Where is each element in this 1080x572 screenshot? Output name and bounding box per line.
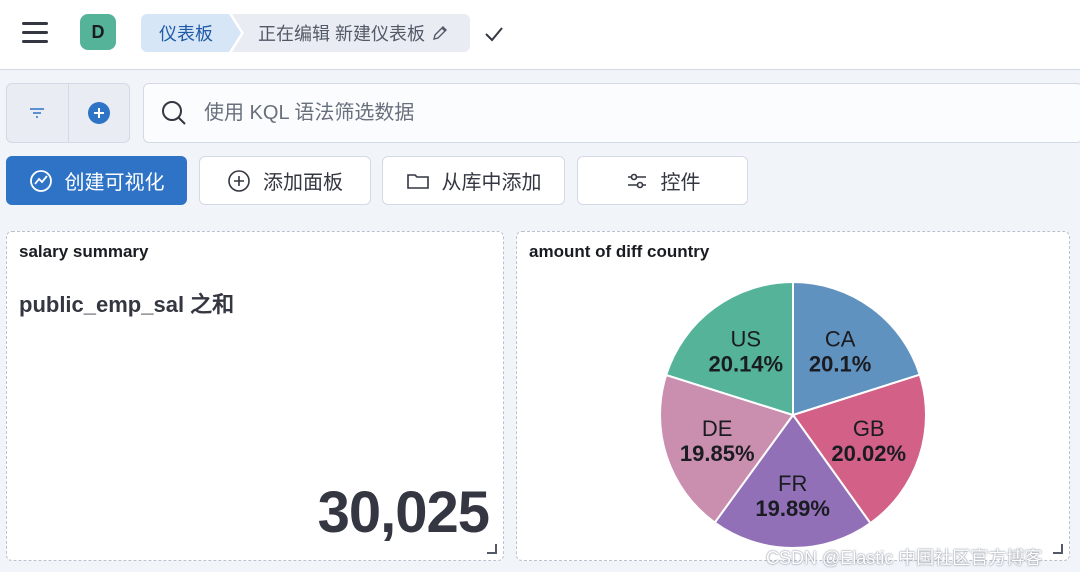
controls-button[interactable]: 控件 bbox=[577, 156, 748, 205]
controls-icon bbox=[627, 173, 646, 188]
pie-value-fr: 19.89% bbox=[755, 496, 830, 521]
create-visualization-button[interactable]: 创建可视化 bbox=[6, 156, 187, 205]
create-visualization-label: 创建可视化 bbox=[64, 172, 165, 194]
watermark: CSDN @Elastic 中国社区官方博客 bbox=[766, 548, 1043, 568]
resize-handle[interactable] bbox=[487, 544, 497, 554]
breadcrumb-current[interactable]: 正在编辑 新建仪表板 bbox=[232, 14, 470, 52]
search-icon bbox=[162, 101, 186, 125]
metric-value: 30,025 bbox=[317, 480, 490, 545]
menu-icon[interactable] bbox=[22, 22, 52, 46]
add-from-library-button[interactable]: 从库中添加 bbox=[382, 156, 565, 205]
add-panel-button[interactable]: 添加面板 bbox=[199, 156, 371, 205]
pie-chart: CA20.1% GB20.02% FR19.89% DE19.85% US20.14% bbox=[659, 280, 927, 549]
top-header: D 仪表板 正在编辑 新建仪表板 bbox=[0, 0, 1080, 70]
pie-value-us: 20.14% bbox=[708, 352, 783, 377]
pie-label-ca: CA bbox=[825, 327, 856, 352]
filter-button-group bbox=[6, 83, 130, 143]
country-pie-panel[interactable]: amount of diff country CA 20.1% GB 20.02% FR… bbox=[516, 231, 1070, 561]
kql-search-bar bbox=[143, 83, 1080, 143]
folder-icon bbox=[406, 173, 429, 189]
metric-label: public_emp_sal 之和 bbox=[19, 292, 235, 317]
search-input[interactable] bbox=[204, 101, 904, 125]
plus-circle-icon bbox=[87, 102, 110, 124]
filter-icon bbox=[30, 108, 45, 118]
salary-summary-panel[interactable]: salary summary public_emp_sal 之和 30,025 bbox=[6, 231, 504, 561]
pie-label-fr: FR bbox=[778, 471, 807, 496]
breadcrumb-current-label: 正在编辑 新建仪表板 bbox=[258, 24, 426, 44]
add-filter-button[interactable] bbox=[67, 84, 130, 142]
pie-label-gb: GB bbox=[853, 416, 885, 441]
pie-value-ca: 20.1% bbox=[809, 352, 871, 377]
breadcrumb-dashboards-label: 仪表板 bbox=[159, 24, 213, 44]
panel-title: salary summary bbox=[19, 242, 149, 261]
pie-value-de: 19.85% bbox=[680, 441, 755, 466]
visualize-app-icon bbox=[29, 169, 52, 192]
breadcrumb-dashboards[interactable]: 仪表板 bbox=[141, 14, 241, 52]
filter-options-button[interactable] bbox=[7, 84, 68, 142]
pie-label-us: US bbox=[731, 327, 762, 352]
avatar[interactable]: D bbox=[80, 14, 116, 50]
controls-label: 控件 bbox=[660, 172, 701, 194]
pencil-icon bbox=[433, 26, 448, 40]
add-panel-label: 添加面板 bbox=[263, 172, 343, 194]
add-from-library-label: 从库中添加 bbox=[441, 172, 542, 194]
pie-label-de: DE bbox=[702, 416, 733, 441]
plus-circle-outline-icon bbox=[228, 169, 250, 192]
pie-value-gb: 20.02% bbox=[831, 441, 906, 466]
resize-handle[interactable] bbox=[1053, 544, 1063, 554]
check-icon[interactable] bbox=[482, 22, 506, 46]
